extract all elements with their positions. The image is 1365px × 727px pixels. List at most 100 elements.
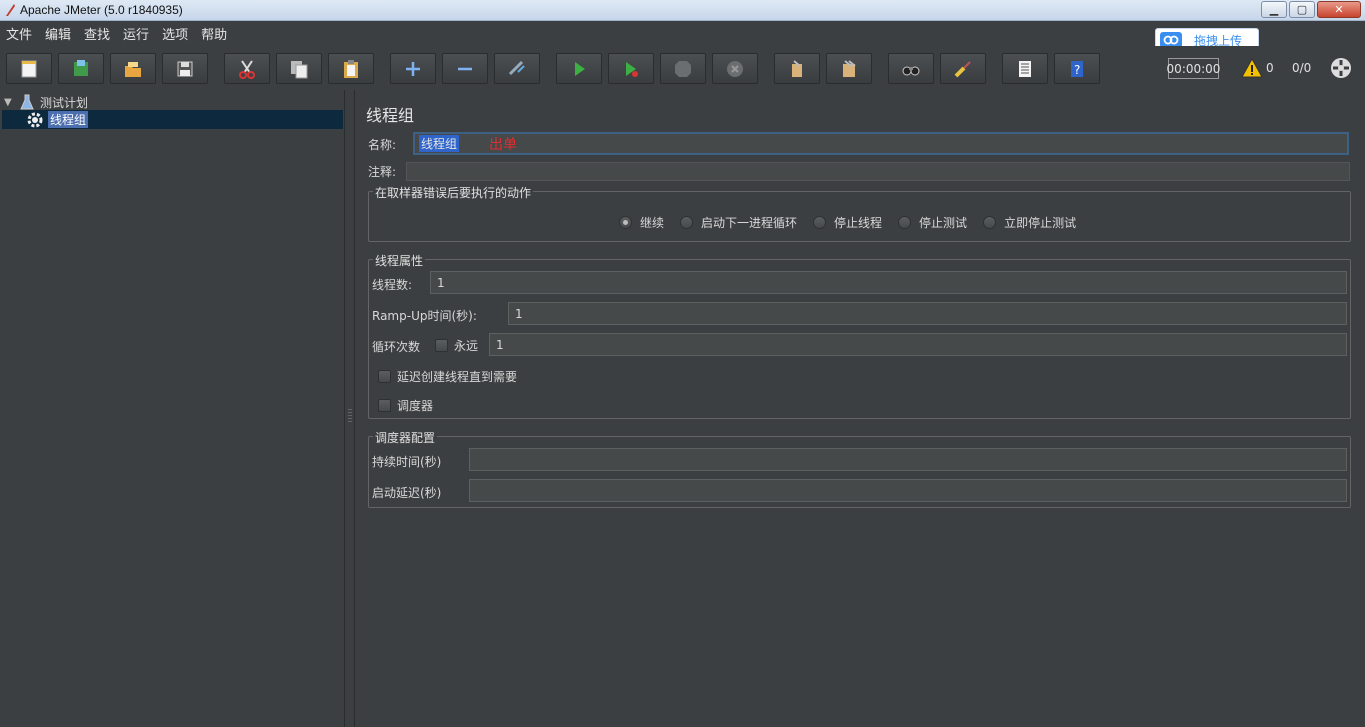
save-icon [177,61,193,76]
delay-thread-creation-checkbox[interactable] [378,370,391,383]
remote-status-icon[interactable] [1329,56,1353,80]
warning-icon[interactable] [1241,58,1263,78]
clear-all-button[interactable] [826,53,872,84]
close-button[interactable]: ✕ [1317,1,1361,18]
radio-continue-label: 继续 [640,216,665,230]
expand-icon [406,61,420,76]
radio-stop-thread[interactable]: 停止线程 [813,214,882,231]
expand-all-button[interactable] [390,53,436,84]
scheduler-checkbox[interactable] [378,399,391,412]
svg-text:?: ? [1074,63,1080,77]
clear-button[interactable] [774,53,820,84]
radio-start-next-loop-dot[interactable] [680,216,694,229]
tree-node-test-plan[interactable]: ▼ 测试计划 [4,93,88,111]
radio-continue[interactable]: 继续 [619,214,664,231]
function-helper-icon [1019,60,1031,77]
help-button[interactable]: ? [1054,53,1100,84]
window-controls: ▁ ▢ ✕ [1261,1,1361,18]
cut-icon [239,59,255,79]
radio-stop-test[interactable]: 停止测试 [898,214,967,231]
minimize-button[interactable]: ▁ [1261,1,1287,18]
clear-icon [792,59,802,77]
loop-count-input[interactable]: 1 [489,333,1347,356]
delay-thread-creation-row[interactable]: 延迟创建线程直到需要 [378,368,517,385]
radio-stop-thread-label: 停止线程 [834,216,883,230]
menu-search[interactable]: 查找 [84,24,110,43]
help-icon: ? [1071,60,1083,77]
radio-stop-test-now-dot[interactable] [983,216,997,229]
loop-count-label: 循环次数 [372,340,421,354]
scheduler-config-group: 调度器配置 持续时间(秒) 启动延迟(秒) [368,429,1351,508]
forever-checkbox[interactable] [435,339,448,352]
search-button[interactable] [888,53,934,84]
collapse-icon [458,67,472,70]
copy-button[interactable] [276,53,322,84]
menu-edit[interactable]: 编辑 [45,24,71,43]
radio-stop-test-label: 停止测试 [919,216,968,230]
open-button[interactable] [110,53,156,84]
radio-start-next-loop[interactable]: 启动下一进程循环 [680,214,797,231]
reset-search-button[interactable] [940,53,986,84]
thread-group-panel: 线程组 名称: 线程组 出单 注释: 在取样器错误后要执行的动作 继续 启动下一… [356,90,1365,727]
stop-icon [675,60,691,77]
radio-continue-dot[interactable] [619,216,632,229]
split-pane-divider[interactable] [345,90,355,727]
name-label: 名称: [368,138,397,152]
radio-stop-test-dot[interactable] [898,216,912,229]
thread-properties-legend: 线程属性 [373,252,426,269]
radio-stop-thread-dot[interactable] [813,216,827,229]
tree-label-thread-group: 线程组 [48,111,89,128]
menu-help[interactable]: 帮助 [201,24,227,43]
threads-input[interactable]: 1 [430,271,1347,294]
tree-node-thread-group[interactable]: 线程组 [2,110,343,129]
radio-stop-test-now[interactable]: 立即停止测试 [983,214,1076,231]
jmeter-feather-icon [6,4,15,16]
duration-label: 持续时间(秒) [372,455,442,469]
paste-button[interactable] [328,53,374,84]
collapse-all-button[interactable] [442,53,488,84]
gear-icon [27,112,43,127]
comment-input[interactable] [406,162,1350,181]
shutdown-icon [727,60,743,77]
name-annotation: 出单 [489,136,518,153]
templates-button[interactable] [58,53,104,84]
rampup-input[interactable]: 1 [508,302,1347,325]
toggle-button[interactable] [494,53,540,84]
cut-button[interactable] [224,53,270,84]
page-title: 线程组 [366,106,415,125]
tree-label-test-plan: 测试计划 [40,95,89,110]
startup-delay-input[interactable] [469,479,1347,502]
new-icon [21,60,37,77]
reset-search-icon [954,60,971,77]
templates-icon [74,59,88,76]
window-title: Apache JMeter (5.0 r1840935) [20,3,183,17]
divider-grip-icon [348,408,352,422]
shutdown-button[interactable] [712,53,758,84]
start-button[interactable] [556,53,602,84]
start-icon [575,61,585,76]
function-helper-button[interactable] [1002,53,1048,84]
menu-options[interactable]: 选项 [162,24,188,43]
stop-button[interactable] [660,53,706,84]
copy-icon [291,60,308,78]
start-no-pauses-button[interactable] [608,53,654,84]
name-input[interactable]: 线程组 出单 [413,132,1349,155]
active-thread-count: 0/0 [1292,61,1312,75]
scheduler-row[interactable]: 调度器 [378,397,433,414]
start-no-pause-icon [626,61,638,77]
forever-checkbox-row[interactable]: 永远 [435,337,478,354]
new-button[interactable] [6,53,52,84]
collapse-arrow-icon[interactable]: ▼ [4,97,16,108]
flask-icon [20,94,34,110]
comment-label: 注释: [368,165,397,179]
toolbar: ? 00:00:00 0 0/0 [0,46,1365,90]
open-icon [125,61,141,77]
save-button[interactable] [162,53,208,84]
paste-icon [344,59,358,78]
duration-input[interactable] [469,448,1347,471]
delay-thread-creation-label: 延迟创建线程直到需要 [397,370,518,384]
menu-file[interactable]: 文件 [6,24,32,43]
maximize-button[interactable]: ▢ [1289,1,1315,18]
menu-run[interactable]: 运行 [123,24,149,43]
toggle-icon [508,60,525,75]
